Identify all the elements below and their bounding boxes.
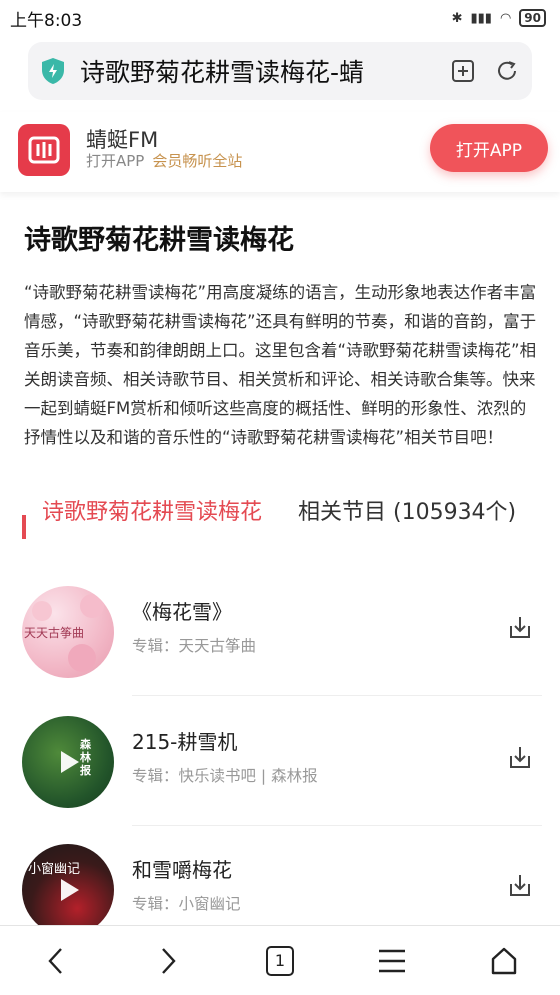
program-item[interactable]: 森林报 215-耕雪机 专辑：快乐读书吧 | 森林报 [0, 702, 560, 826]
tab-count: 1 [266, 945, 294, 976]
tabs-button[interactable]: 1 [260, 941, 300, 981]
home-icon [491, 947, 517, 974]
section-name: 诗歌野菊花耕雪读梅花 [42, 500, 263, 525]
status-bar: 上午8:03 ✱ ▮▮▮ ◠ 90 [0, 0, 560, 36]
page-description: “诗歌野菊花耕雪读梅花”用高度凝练的语言，生动形象地表达作者丰富情感，“诗歌野菊… [24, 283, 537, 447]
play-icon[interactable] [61, 751, 79, 773]
section-count: 相关节目 (105934个) [298, 500, 517, 525]
play-icon[interactable] [61, 879, 79, 901]
cover-text: 天天古筝曲 [24, 626, 85, 640]
program-title[interactable]: 215-耕雪机 [132, 726, 237, 755]
signal-icon: ▮▮▮ [470, 10, 492, 26]
program-title[interactable]: 和雪嚼梅花 [132, 854, 232, 883]
status-icons: ✱ ▮▮▮ ◠ 90 [452, 9, 546, 27]
open-app-button[interactable]: 打开APP [430, 124, 548, 172]
browser-bottom-nav: 1 [0, 925, 560, 995]
battery-level: 90 [519, 9, 546, 27]
download-icon[interactable] [506, 614, 534, 642]
chevron-left-icon [48, 947, 62, 974]
program-cover[interactable]: 小窗幽记 [22, 844, 114, 936]
app-subtitle: 打开APP 会员畅听全站 [86, 150, 242, 171]
bluetooth-icon: ✱ [451, 10, 463, 26]
chevron-right-icon [162, 947, 176, 974]
program-cover[interactable]: 森林报 [22, 716, 114, 808]
cover-text: 森林报 [80, 738, 91, 777]
bookmark-add-icon[interactable] [450, 58, 476, 84]
program-album[interactable]: 专辑：天天古筝曲 [132, 634, 256, 656]
program-album[interactable]: 专辑：快乐读书吧 | 森林报 [132, 764, 318, 786]
menu-button[interactable] [372, 941, 412, 981]
reload-icon[interactable] [494, 58, 520, 84]
address-bar[interactable]: 诗歌野菊花耕雪读梅花-蜻 [28, 42, 532, 100]
menu-icon [379, 949, 405, 972]
cover-text: 小窗幽记 [28, 862, 81, 877]
program-album[interactable]: 专辑：小窗幽记 [132, 892, 241, 914]
program-title[interactable]: 《梅花雪》 [132, 596, 232, 625]
download-icon[interactable] [506, 872, 534, 900]
status-time: 上午8:03 [10, 10, 83, 31]
app-logo [18, 124, 70, 176]
program-item[interactable]: 天天古筝曲 《梅花雪》 专辑：天天古筝曲 [0, 572, 560, 696]
app-sub-vip: 会员畅听全站 [152, 152, 243, 170]
app-sub-open: 打开APP [86, 152, 145, 170]
back-button[interactable] [36, 941, 76, 981]
divider [132, 695, 542, 696]
divider [132, 825, 542, 826]
section-accent-bar [22, 515, 26, 539]
wifi-icon: ◠ [499, 10, 512, 26]
program-cover[interactable]: 天天古筝曲 [22, 586, 114, 678]
shield-icon [42, 58, 64, 84]
page-title: 诗歌野菊花耕雪读梅花 [24, 225, 294, 256]
forward-button[interactable] [148, 941, 188, 981]
url-title[interactable]: 诗歌野菊花耕雪读梅花-蜻 [80, 53, 440, 89]
home-button[interactable] [484, 941, 524, 981]
download-icon[interactable] [506, 744, 534, 772]
